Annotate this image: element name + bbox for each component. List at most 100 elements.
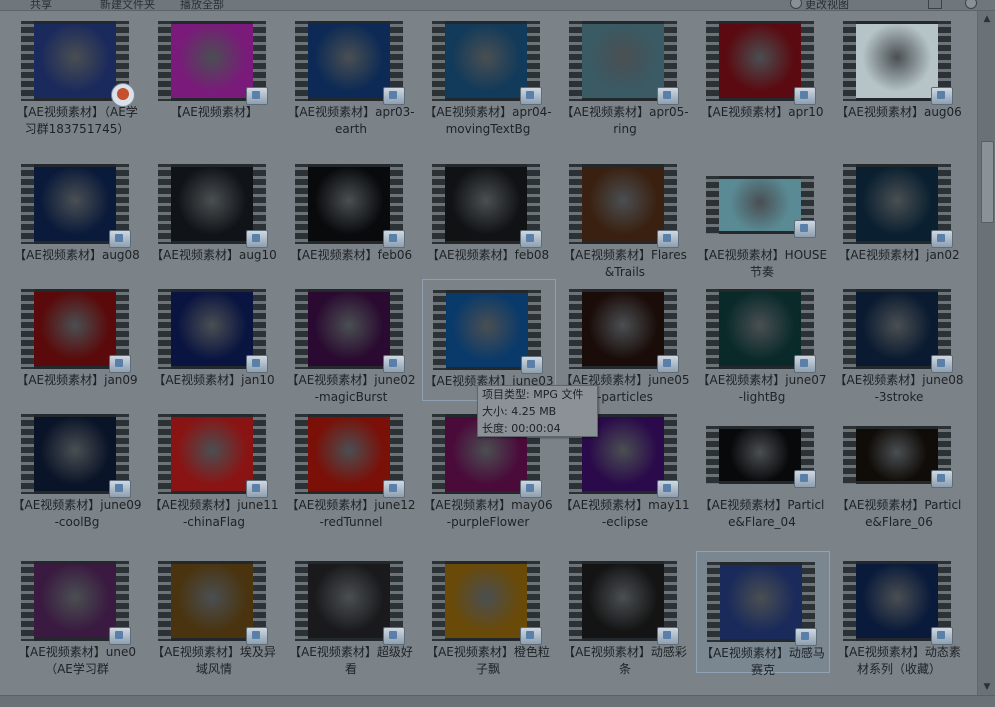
- file-item[interactable]: 【AE视频素材】june11-chinaFlag: [148, 404, 280, 529]
- tooltip-length: 长度: 00:00:04: [482, 422, 561, 435]
- file-item[interactable]: 【AE视频素材】动感马赛克: [696, 551, 830, 677]
- video-frame: [171, 24, 253, 98]
- file-item[interactable]: 【AE视频素材】june03-: [422, 279, 556, 405]
- film-strip-icon: [21, 164, 34, 244]
- film-strip-icon: [432, 21, 445, 101]
- film-strip-icon: [158, 561, 171, 641]
- film-icon: [931, 627, 953, 645]
- file-item[interactable]: 【AE视频素材】apr04-movingTextBg: [422, 11, 554, 136]
- film-strip-icon: [432, 164, 445, 244]
- film-strip-icon: [158, 414, 171, 494]
- file-item[interactable]: 【AE视频素材】june05-particles: [559, 279, 691, 404]
- file-item[interactable]: 【AE视频素材】超级好看: [285, 551, 417, 676]
- file-item[interactable]: 【AE视频素材】jan02: [833, 154, 965, 274]
- file-item[interactable]: 【AE视频素材】橙色粒子飘: [422, 551, 554, 676]
- video-thumbnail: [433, 290, 543, 374]
- film-strip-icon: [569, 21, 582, 101]
- file-item[interactable]: 【AE视频素材】aug10: [148, 154, 280, 274]
- video-thumbnail: [295, 289, 405, 373]
- file-name: 【AE视频素材】动感马赛克: [701, 646, 825, 677]
- film-icon: [794, 220, 816, 238]
- video-frame: [856, 292, 938, 366]
- file-item[interactable]: 【AE视频素材】feb08: [422, 154, 554, 274]
- file-item[interactable]: 【AE视频素材】埃及异域风情: [148, 551, 280, 676]
- film-strip-icon: [21, 414, 34, 494]
- file-item[interactable]: 【AE视频素材】jan10: [148, 279, 280, 399]
- file-name: 【AE视频素材】aug10: [151, 248, 277, 262]
- file-item[interactable]: 【AE视频素材】june12-redTunnel: [285, 404, 417, 529]
- file-item[interactable]: 【AE视频素材】动态素材系列（收藏）: [833, 551, 965, 676]
- video-frame: [308, 292, 390, 366]
- video-thumbnail: [843, 21, 953, 105]
- file-name: 【AE视频素材】Flares&Trails: [563, 248, 687, 279]
- file-item[interactable]: 【AE视频素材】Flares&Trails: [559, 154, 691, 279]
- film-icon: [931, 87, 953, 105]
- file-name: 【AE视频素材】aug06: [836, 105, 962, 119]
- video-thumbnail: [21, 414, 131, 498]
- tooltip-type: 项目类型: MPG 文件: [482, 388, 584, 401]
- file-item[interactable]: 【AE视频素材】（AE学习群183751745）: [11, 11, 143, 136]
- file-item[interactable]: 【AE视频素材】june07-lightBg: [696, 279, 828, 404]
- file-item[interactable]: 【AE视频素材】: [148, 11, 280, 131]
- file-item[interactable]: 【AE视频素材】apr05-ring: [559, 11, 691, 136]
- file-item[interactable]: 【AE视频素材】Particle&Flare_04: [696, 404, 828, 529]
- video-thumbnail: [21, 561, 131, 645]
- video-thumbnail: [706, 426, 816, 488]
- vertical-scrollbar[interactable]: ▲ ▼: [977, 11, 995, 695]
- film-icon: [383, 627, 405, 645]
- scroll-up-icon[interactable]: ▲: [978, 11, 995, 27]
- file-name: 【AE视频素材】une0（AE学习群: [17, 645, 137, 676]
- file-item[interactable]: 【AE视频素材】june02-magicBurst: [285, 279, 417, 404]
- file-name: 【AE视频素材】apr10: [700, 105, 824, 119]
- film-icon: [383, 480, 405, 498]
- film-strip-icon: [569, 289, 582, 369]
- file-item[interactable]: 【AE视频素材】apr10: [696, 11, 828, 131]
- file-item[interactable]: 【AE视频素材】feb06: [285, 154, 417, 274]
- film-icon: [383, 230, 405, 248]
- film-strip-icon: [295, 21, 308, 101]
- file-item[interactable]: 【AE视频素材】Particle&Flare_06: [833, 404, 965, 529]
- video-frame: [171, 292, 253, 366]
- film-strip-icon: [707, 562, 720, 642]
- film-strip-icon: [432, 561, 445, 641]
- video-thumbnail: [432, 21, 542, 105]
- file-item[interactable]: 【AE视频素材】jan09: [11, 279, 143, 399]
- help-icon[interactable]: [965, 0, 977, 9]
- video-frame: [308, 564, 390, 638]
- video-frame: [856, 24, 938, 98]
- file-name: 【AE视频素材】june08-3stroke: [834, 373, 964, 404]
- file-item[interactable]: 【AE视频素材】aug06: [833, 11, 965, 131]
- file-item[interactable]: 【AE视频素材】june08-3stroke: [833, 279, 965, 404]
- file-name: 【AE视频素材】june09-coolBg: [12, 498, 142, 529]
- film-icon: [109, 355, 131, 373]
- film-strip-icon: [843, 164, 856, 244]
- film-icon: [794, 470, 816, 488]
- file-item[interactable]: 【AE视频素材】aug08: [11, 154, 143, 274]
- film-icon: [383, 87, 405, 105]
- file-name: 【AE视频素材】may06-purpleFlower: [423, 498, 553, 529]
- film-icon: [246, 230, 268, 248]
- film-strip-icon: [843, 21, 856, 101]
- status-bar: [0, 695, 995, 707]
- file-item[interactable]: 【AE视频素材】HOUSE节奏: [696, 154, 828, 279]
- command-toolbar: 共享 新建文件夹 播放全部 更改视图: [0, 0, 995, 11]
- video-thumbnail: [295, 414, 405, 498]
- film-icon: [520, 87, 542, 105]
- film-icon: [520, 230, 542, 248]
- video-frame: [34, 24, 116, 98]
- file-item[interactable]: 【AE视频素材】june09-coolBg: [11, 404, 143, 529]
- video-thumbnail: [843, 426, 953, 488]
- video-frame: [719, 179, 801, 231]
- view-radio-icon[interactable]: [790, 0, 802, 9]
- file-item[interactable]: 【AE视频素材】动感彩条: [559, 551, 691, 676]
- film-icon: [520, 480, 542, 498]
- file-item[interactable]: 【AE视频素材】apr03-earth: [285, 11, 417, 136]
- video-frame: [445, 24, 527, 98]
- scroll-down-icon[interactable]: ▼: [978, 679, 995, 695]
- file-name: 【AE视频素材】aug08: [14, 248, 140, 262]
- preview-pane-icon[interactable]: [928, 0, 942, 9]
- file-name: 【AE视频素材】超级好看: [289, 645, 413, 676]
- scrollbar-thumb[interactable]: [981, 141, 994, 223]
- file-item[interactable]: 【AE视频素材】une0（AE学习群: [11, 551, 143, 676]
- video-thumbnail: [21, 21, 135, 107]
